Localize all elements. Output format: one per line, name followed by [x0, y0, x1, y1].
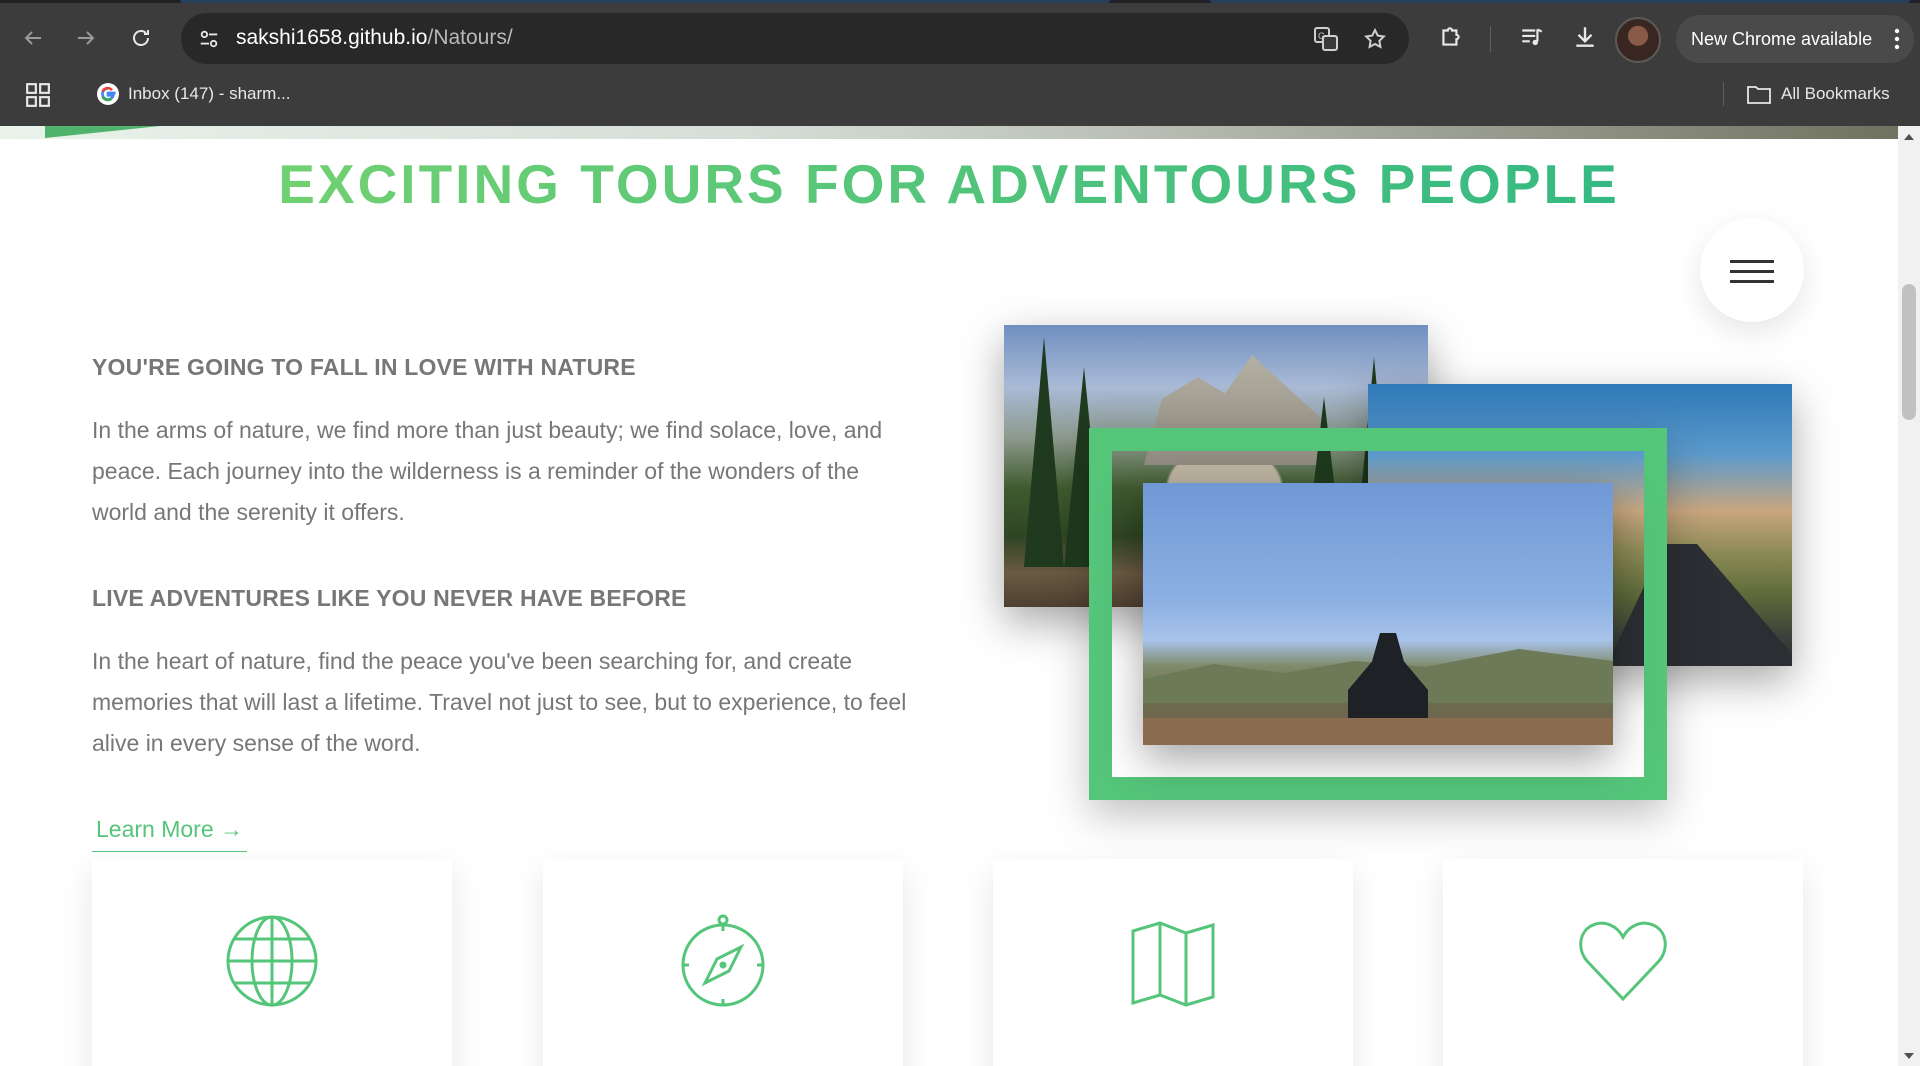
update-label: New Chrome available: [1691, 28, 1873, 49]
feature-text-1: In the arms of nature, we find more than…: [92, 417, 883, 525]
heart-icon: [1579, 921, 1667, 1002]
page-viewport: EXCITING TOURS FOR ADVENTOURS PEOPLE YOU…: [0, 126, 1898, 1066]
globe-icon: [226, 915, 318, 1007]
section-about-heading: EXCITING TOURS FOR ADVENTOURS PEOPLE: [0, 152, 1898, 216]
more-vert-icon: [1894, 28, 1900, 50]
queue-music-icon: [1522, 28, 1543, 46]
back-button[interactable]: [15, 20, 51, 56]
media-controls-button[interactable]: [1515, 20, 1549, 54]
page-scrollbar[interactable]: [1898, 126, 1920, 1066]
url-path: /Natours/: [427, 26, 513, 49]
site-info-button[interactable]: [193, 23, 225, 55]
toolbar-divider: [1490, 26, 1491, 52]
url-host: sakshi1658.github.io: [236, 26, 428, 49]
all-bookmarks-button[interactable]: All Bookmarks: [1747, 80, 1890, 108]
scroll-up-icon[interactable]: [1904, 134, 1914, 140]
bookmark-inbox[interactable]: Inbox (147) - sharm...: [96, 80, 291, 108]
feature-heading-1: YOU'RE GOING TO FALL IN LOVE WITH NATURE: [92, 354, 636, 380]
feature-card-4[interactable]: [1443, 859, 1803, 1066]
translate-icon: G: [1314, 27, 1338, 51]
tab-strip-edge: [0, 0, 1920, 3]
feature-card-3[interactable]: [993, 859, 1353, 1066]
reload-button[interactable]: [123, 20, 159, 56]
feature-card-1[interactable]: [92, 859, 452, 1066]
star-icon: [1364, 27, 1386, 49]
forward-button[interactable]: [68, 20, 104, 56]
nature-photo-statue[interactable]: [1143, 483, 1613, 745]
hamburger-icon: [1730, 260, 1774, 263]
map-icon: [1131, 921, 1215, 1007]
compass-icon: [681, 914, 765, 1007]
bookmark-star-button[interactable]: [1361, 25, 1389, 53]
bookmark-separator: [1723, 82, 1724, 106]
header-gradient-edge: [45, 126, 160, 138]
chrome-update-button[interactable]: New Chrome available: [1676, 15, 1914, 63]
url-text[interactable]: sakshi1658.github.io/Natours/: [236, 26, 513, 50]
all-bookmarks-label: All Bookmarks: [1781, 84, 1890, 103]
feature-card-2[interactable]: [543, 859, 903, 1066]
feature-text-2: In the heart of nature, find the peace y…: [92, 648, 907, 756]
folder-icon: [1747, 86, 1771, 104]
feature-heading-2: LIVE ADVENTURES LIKE YOU NEVER HAVE BEFO…: [92, 585, 687, 611]
downloads-button[interactable]: [1568, 20, 1602, 54]
google-icon: [97, 83, 119, 105]
arrow-left-icon: [24, 31, 41, 45]
browser-chrome: sakshi1658.github.io/Natours/ G New Chro…: [0, 0, 1920, 126]
address-bar[interactable]: sakshi1658.github.io/Natours/ G: [181, 13, 1409, 64]
profile-avatar[interactable]: [1615, 17, 1661, 63]
apps-grid-icon[interactable]: [25, 82, 51, 108]
puzzle-icon: [1442, 27, 1460, 46]
translate-button[interactable]: G: [1312, 25, 1340, 53]
scroll-down-icon[interactable]: [1904, 1053, 1914, 1059]
reload-icon: [133, 30, 149, 46]
arrow-right-icon: [78, 31, 95, 45]
svg-text:G: G: [1318, 31, 1325, 41]
tune-icon: [200, 30, 218, 48]
bookmark-label: Inbox (147) - sharm...: [128, 84, 291, 103]
download-icon: [1576, 27, 1594, 47]
header-image-edge: [0, 126, 1898, 139]
learn-more-link[interactable]: Learn More →: [92, 816, 248, 852]
extensions-button[interactable]: [1434, 20, 1468, 54]
scrollbar-thumb[interactable]: [1902, 284, 1916, 420]
navigation-menu-button[interactable]: [1700, 218, 1804, 322]
